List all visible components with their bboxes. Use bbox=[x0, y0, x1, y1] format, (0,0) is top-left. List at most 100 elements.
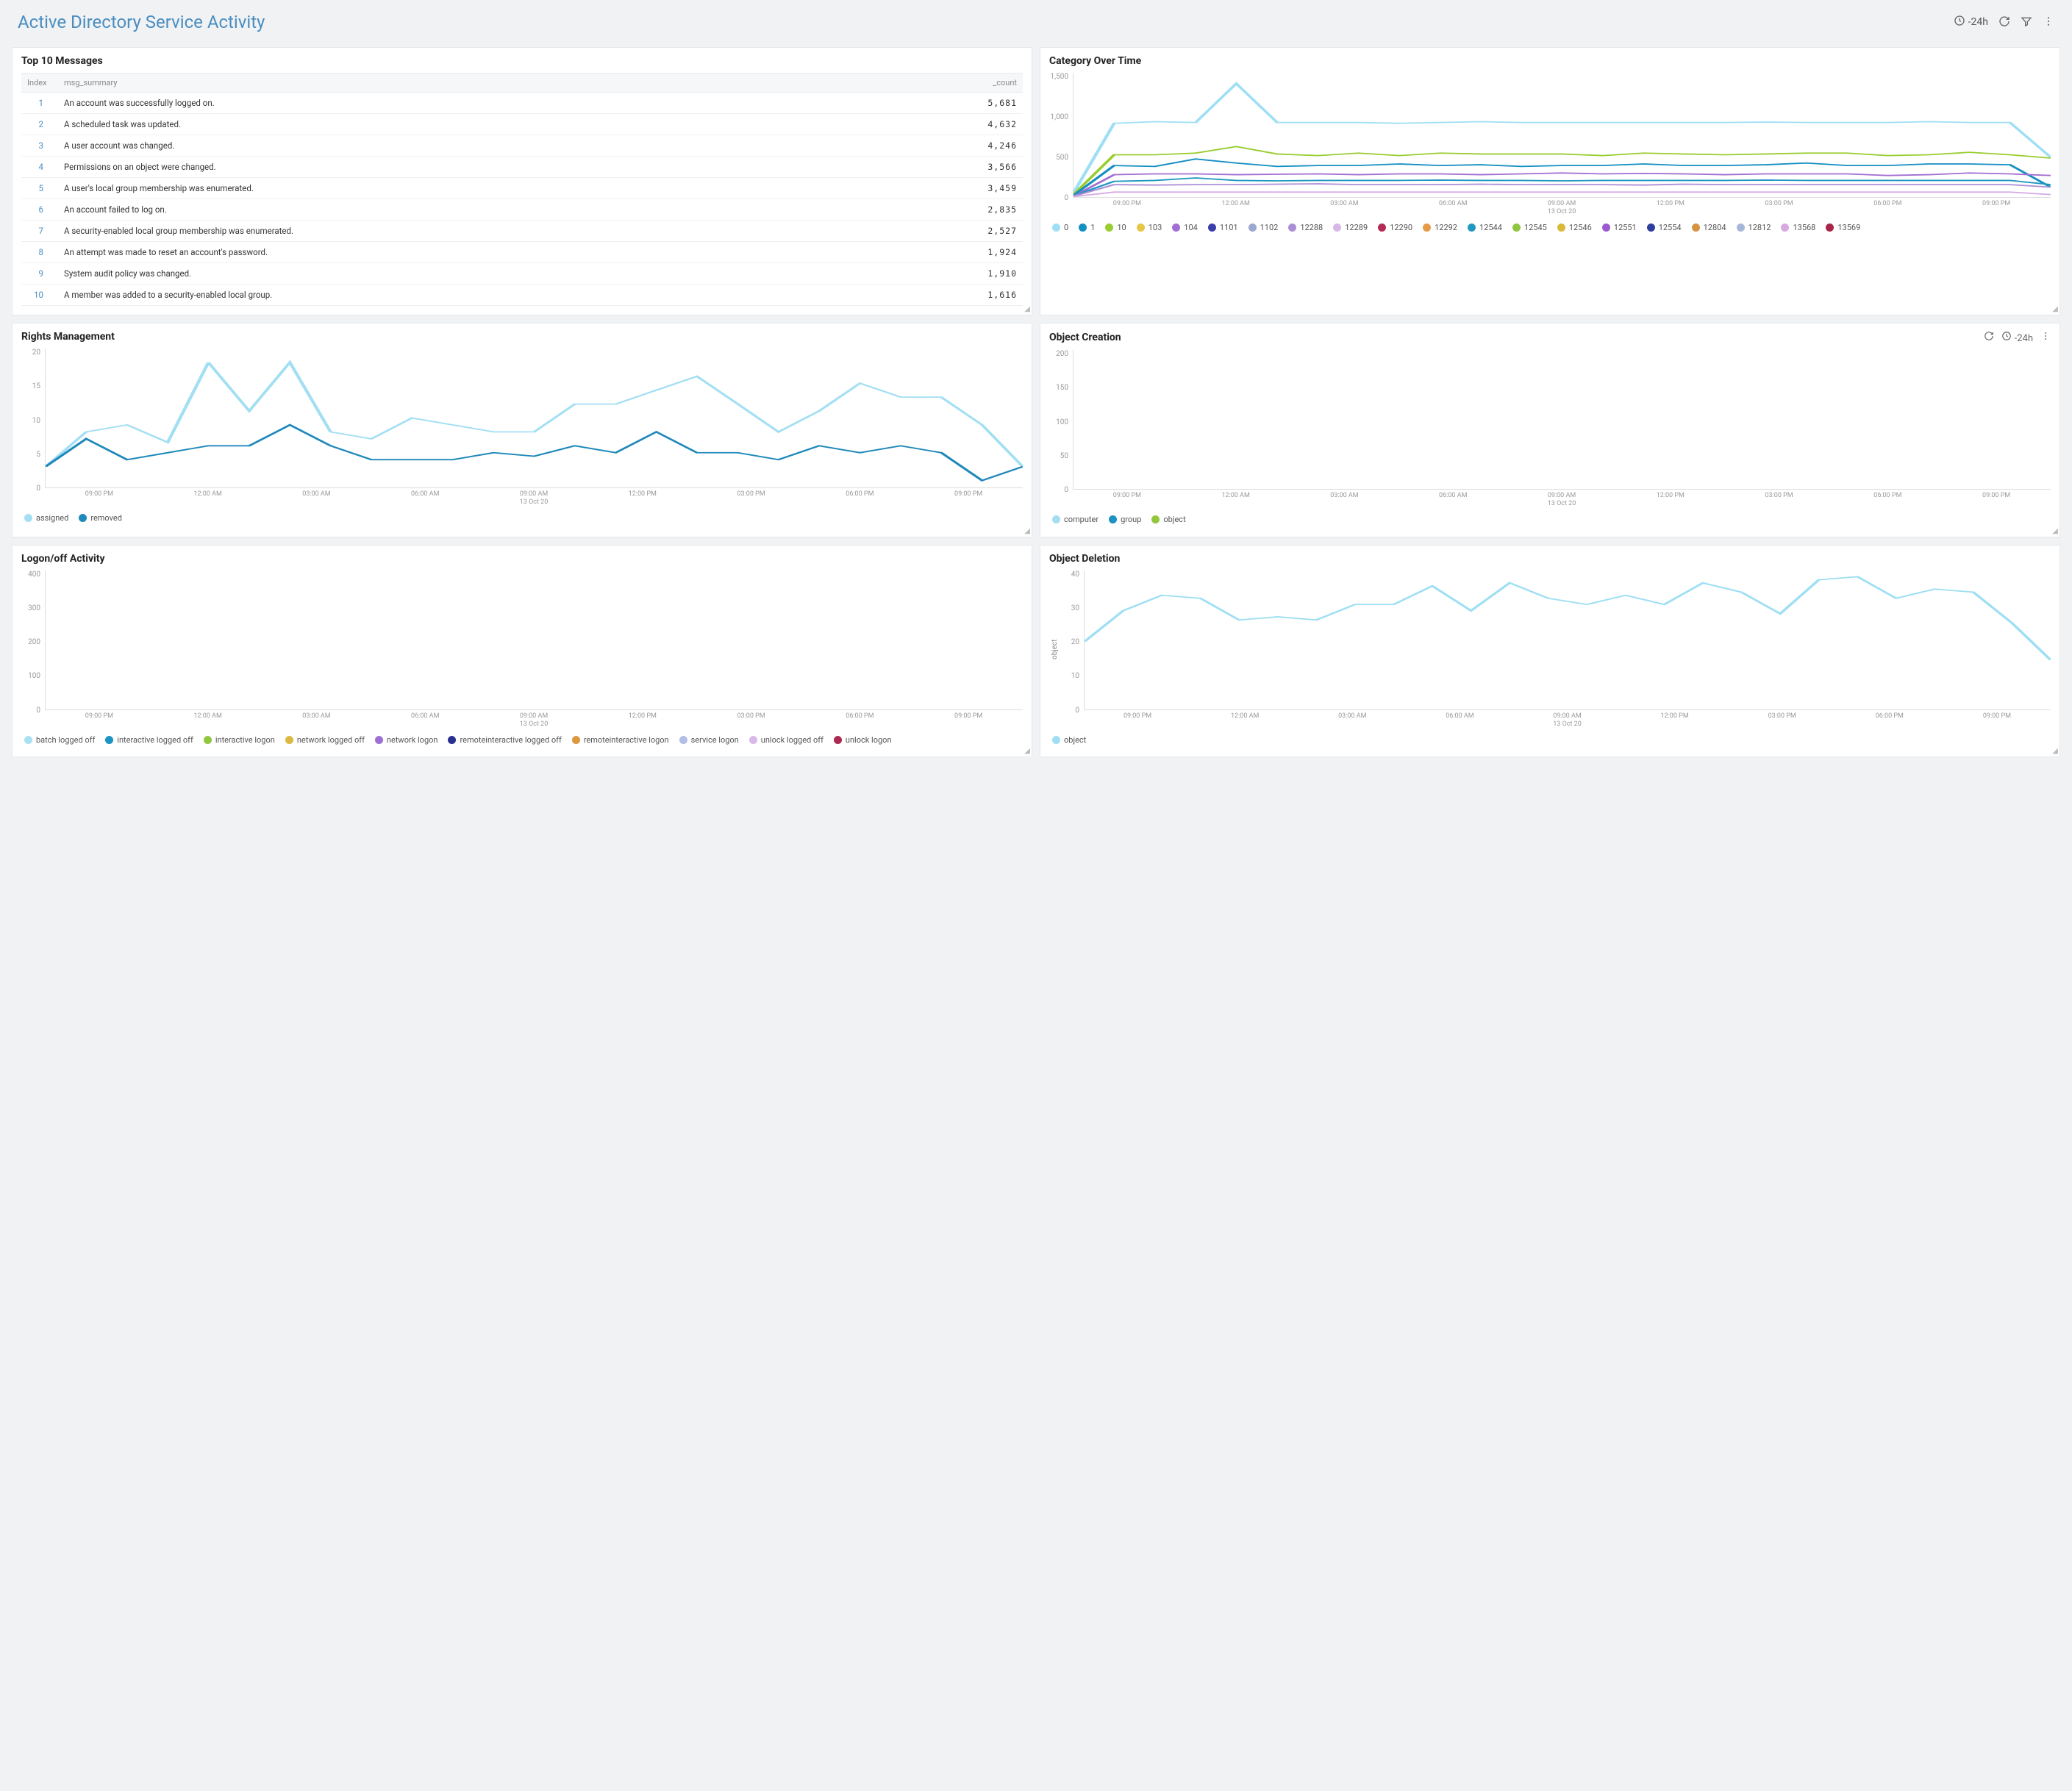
table-row[interactable]: 1An account was successfully logged on.5… bbox=[21, 93, 1023, 114]
y-axis: 20151050 bbox=[21, 348, 43, 493]
time-range-label: -24h bbox=[1968, 16, 1988, 28]
legend-item[interactable]: computer bbox=[1052, 513, 1098, 526]
y-axis: 1,5001,0005000 bbox=[1049, 73, 1071, 202]
column-header[interactable]: Index bbox=[21, 74, 58, 93]
legend-item[interactable]: 12812 bbox=[1737, 221, 1771, 235]
panel-title: Rights Management bbox=[21, 331, 115, 343]
legend-item[interactable]: 12551 bbox=[1602, 221, 1637, 235]
x-axis: 09:00 PM12:00 AM03:00 AM06:00 AM09:00 AM… bbox=[1073, 198, 2051, 207]
table-row[interactable]: 6An account failed to log on.2,835 bbox=[21, 199, 1023, 221]
legend-item[interactable]: remoteinteractive logged off bbox=[448, 734, 561, 747]
chart-plot-area[interactable] bbox=[45, 348, 1023, 488]
clock-icon bbox=[2001, 333, 2012, 344]
legend-item[interactable]: group bbox=[1109, 513, 1141, 526]
legend-item[interactable]: 12290 bbox=[1378, 221, 1412, 235]
legend-item[interactable]: assigned bbox=[24, 512, 68, 525]
y-axis: 403020100 bbox=[1060, 571, 1082, 715]
legend-item[interactable]: 13568 bbox=[1781, 221, 1815, 235]
time-range-selector[interactable]: -24h bbox=[1954, 15, 1988, 29]
legend-item[interactable]: 13569 bbox=[1826, 221, 1860, 235]
legend-item[interactable]: unlock logged off bbox=[749, 734, 824, 747]
panel-title: Category Over Time bbox=[1049, 55, 1141, 67]
legend-item[interactable]: 12804 bbox=[1692, 221, 1726, 235]
legend-item[interactable]: unlock logon bbox=[834, 734, 892, 747]
legend-item[interactable]: removed bbox=[79, 512, 122, 525]
time-range-label: -24h bbox=[2015, 333, 2033, 344]
column-header[interactable]: msg_summary bbox=[58, 74, 964, 93]
legend-item[interactable]: 104 bbox=[1172, 221, 1198, 235]
chart-legend: assigned removed bbox=[21, 506, 1023, 526]
resize-handle-icon[interactable]: ◢ bbox=[2052, 305, 2058, 313]
chart-plot-area[interactable] bbox=[1073, 350, 2051, 490]
x-axis-sublabel: 13 Oct 20 bbox=[45, 720, 1023, 728]
legend-item[interactable]: object bbox=[1052, 734, 1086, 747]
table-row[interactable]: 8An attempt was made to reset an account… bbox=[21, 242, 1023, 263]
table-row[interactable]: 10A member was added to a security-enabl… bbox=[21, 285, 1023, 306]
refresh-icon[interactable] bbox=[1998, 15, 2010, 29]
resize-handle-icon[interactable]: ◢ bbox=[1024, 305, 1030, 313]
legend-item[interactable]: network logged off bbox=[285, 734, 365, 747]
legend-item[interactable]: batch logged off bbox=[24, 734, 95, 747]
legend-item[interactable]: 12554 bbox=[1647, 221, 1682, 235]
table-row[interactable]: 5A user's local group membership was enu… bbox=[21, 178, 1023, 199]
resize-handle-icon[interactable]: ◢ bbox=[2052, 747, 2058, 755]
legend-item[interactable]: 1 bbox=[1079, 221, 1095, 235]
legend-item[interactable]: 12545 bbox=[1512, 221, 1547, 235]
panel-category-over-time: Category Over Time 1,5001,0005000 09:00 … bbox=[1040, 47, 2060, 315]
x-axis-sublabel: 13 Oct 20 bbox=[1073, 207, 2051, 215]
resize-handle-icon[interactable]: ◢ bbox=[2052, 527, 2058, 535]
x-axis: 09:00 PM12:00 AM03:00 AM06:00 AM09:00 AM… bbox=[1073, 490, 2051, 499]
legend-item[interactable]: 1101 bbox=[1208, 221, 1238, 235]
panel-title: Logon/off Activity bbox=[21, 553, 105, 565]
table-row[interactable]: 9System audit policy was changed.1,910 bbox=[21, 263, 1023, 285]
legend-item[interactable]: service logon bbox=[679, 734, 739, 747]
legend-item[interactable]: interactive logon bbox=[204, 734, 275, 747]
resize-handle-icon[interactable]: ◢ bbox=[1024, 527, 1030, 535]
more-icon[interactable] bbox=[2040, 331, 2051, 344]
legend-item[interactable]: remoteinteractive logon bbox=[572, 734, 669, 747]
legend-item[interactable]: 10 bbox=[1105, 221, 1126, 235]
table-row[interactable]: 2A scheduled task was updated.4,632 bbox=[21, 114, 1023, 135]
chart-plot-area[interactable] bbox=[1073, 73, 2051, 198]
legend-item[interactable]: object bbox=[1151, 513, 1185, 526]
column-header[interactable]: _count bbox=[964, 74, 1023, 93]
chart-plot-area[interactable] bbox=[45, 571, 1023, 710]
legend-item[interactable]: network logon bbox=[375, 734, 438, 747]
chart-legend: 01 10 103 104 1101 1102 12288 12289 12290 12292 12… bbox=[1049, 215, 2051, 236]
resize-handle-icon[interactable]: ◢ bbox=[1024, 747, 1030, 755]
x-axis: 09:00 PM12:00 AM03:00 AM06:00 AM09:00 AM… bbox=[45, 710, 1023, 720]
table-row[interactable]: 3A user account was changed.4,246 bbox=[21, 135, 1023, 157]
more-icon[interactable] bbox=[2043, 15, 2054, 29]
table-row[interactable]: 7A security-enabled local group membersh… bbox=[21, 221, 1023, 242]
legend-item[interactable]: 12292 bbox=[1423, 221, 1457, 235]
dashboard-grid: Top 10 Messages Index msg_summary _count… bbox=[6, 47, 2066, 763]
x-axis-sublabel: 13 Oct 20 bbox=[1073, 499, 2051, 507]
legend-item[interactable]: 12288 bbox=[1288, 221, 1323, 235]
chart-plot-area[interactable] bbox=[1084, 571, 2051, 710]
legend-item[interactable]: 0 bbox=[1052, 221, 1068, 235]
legend-item[interactable]: 12546 bbox=[1557, 221, 1592, 235]
page-title: Active Directory Service Activity bbox=[18, 12, 265, 32]
header-actions: -24h bbox=[1954, 15, 2054, 29]
top-messages-table: Index msg_summary _count 1An account was… bbox=[21, 73, 1023, 306]
chart-legend: object bbox=[1049, 728, 2051, 748]
y-axis-label: object bbox=[1049, 571, 1060, 728]
legend-item[interactable]: 12289 bbox=[1333, 221, 1368, 235]
y-axis: 200150100500 bbox=[1049, 350, 1071, 494]
table-row[interactable]: 4Permissions on an object were changed.3… bbox=[21, 157, 1023, 178]
legend-item[interactable]: interactive logged off bbox=[105, 734, 193, 747]
x-axis-sublabel: 13 Oct 20 bbox=[1084, 720, 2051, 728]
filter-icon[interactable] bbox=[2021, 15, 2032, 29]
panel-title: Object Creation bbox=[1049, 332, 1121, 343]
legend-item[interactable]: 103 bbox=[1137, 221, 1162, 235]
refresh-icon[interactable] bbox=[1984, 331, 1994, 344]
panel-rights-management: Rights Management 20151050 09:00 PM12:00… bbox=[12, 323, 1032, 537]
time-range-selector[interactable]: -24h bbox=[2001, 331, 2033, 344]
legend-item[interactable]: 12544 bbox=[1468, 221, 1502, 235]
legend-item[interactable]: 1102 bbox=[1248, 221, 1279, 235]
chart-legend: computer group object bbox=[1049, 507, 2051, 528]
clock-icon bbox=[1954, 15, 1965, 29]
page-header: Active Directory Service Activity -24h bbox=[6, 6, 2066, 47]
panel-title: Object Deletion bbox=[1049, 553, 1120, 565]
panel-object-creation: Object Creation -24h 200150100500 09:00 … bbox=[1040, 323, 2060, 537]
